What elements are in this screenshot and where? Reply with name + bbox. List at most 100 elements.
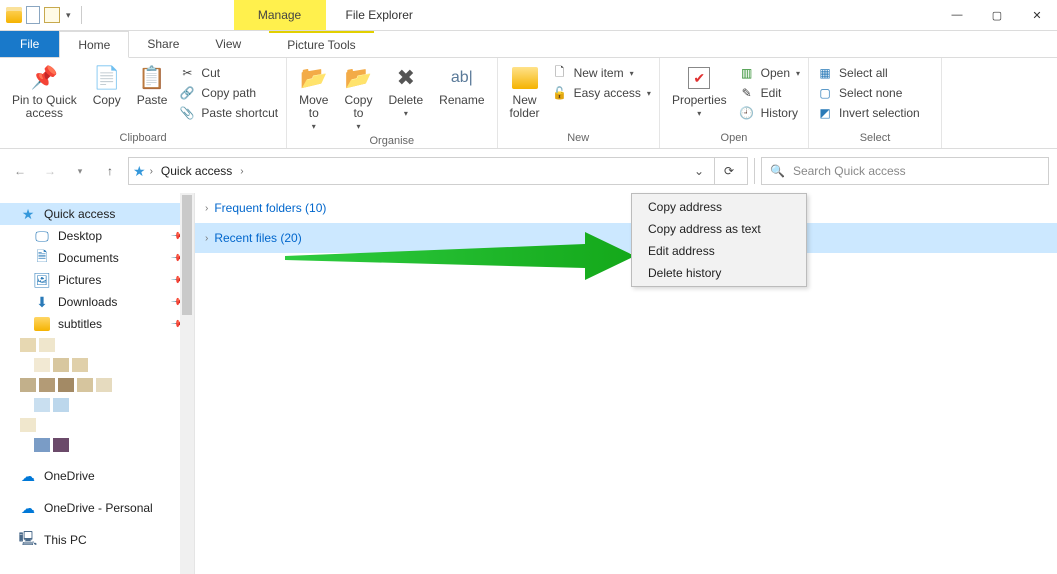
desktop-icon: 🖵 — [34, 228, 50, 244]
onedrive-icon: ☁ — [20, 500, 36, 516]
rename-button[interactable]: ab| Rename — [433, 60, 490, 111]
select-none-button[interactable]: ▢Select none — [815, 84, 922, 102]
breadcrumb-quick-access[interactable]: Quick access — [157, 164, 236, 178]
ctx-copy-address-as-text[interactable]: Copy address as text — [634, 218, 804, 240]
navpane-quick-access[interactable]: ★ Quick access — [0, 203, 194, 225]
navpane-downloads[interactable]: ⬇Downloads📌 — [0, 291, 194, 313]
recent-locations-caret[interactable]: ▾ — [68, 159, 92, 183]
new-item-button[interactable]: 🗋New item ▾ — [550, 64, 653, 82]
pin-icon: 📌 — [30, 64, 58, 92]
copy-icon: 📄 — [93, 64, 121, 92]
contextual-tab-manage[interactable]: Manage — [234, 0, 326, 30]
navpane-blurred-item[interactable] — [0, 335, 194, 355]
ctx-copy-address[interactable]: Copy address — [634, 196, 804, 218]
new-folder-button[interactable]: New folder — [504, 60, 546, 124]
copy-button[interactable]: 📄 Copy — [87, 60, 127, 111]
expand-chevron-icon: › — [205, 233, 208, 244]
tab-file[interactable]: File — [0, 31, 59, 57]
ctx-delete-history[interactable]: Delete history — [634, 262, 804, 284]
ribbon-tabs: File Home Share View Picture Tools — [0, 31, 1057, 58]
navpane-item-label: Desktop — [58, 229, 102, 243]
navpane-onedrive-personal[interactable]: ☁ OneDrive - Personal — [0, 497, 194, 519]
app-icon[interactable] — [6, 7, 22, 23]
copy-to-icon: 📂 — [344, 64, 372, 92]
copy-to-button[interactable]: 📂 Copy to ▾ — [338, 60, 378, 135]
tab-picture-tools[interactable]: Picture Tools — [269, 31, 373, 57]
navpane-onedrive[interactable]: ☁OneDrive — [0, 465, 194, 487]
tab-share[interactable]: Share — [129, 31, 197, 57]
copy-to-caret: ▾ — [356, 122, 360, 131]
navpane-subtitles[interactable]: subtitles📌 — [0, 313, 194, 335]
breadcrumb-chevron-root[interactable]: › — [150, 166, 153, 177]
forward-button[interactable]: → — [38, 159, 62, 183]
move-to-button[interactable]: 📂 Move to ▾ — [293, 60, 334, 135]
navpane-documents[interactable]: 🗎Documents📌 — [0, 247, 194, 269]
cut-button[interactable]: ✂Cut — [177, 64, 280, 82]
navpane-item-label: Documents — [58, 251, 119, 265]
paste-icon: 📋 — [138, 64, 166, 92]
group-frequent-label: Frequent folders (10) — [214, 201, 326, 215]
invert-selection-icon: ◩ — [817, 105, 833, 121]
open-icon: ▥ — [739, 65, 755, 81]
properties-button[interactable]: ✔ Properties ▾ — [666, 60, 733, 122]
paste-shortcut-button[interactable]: 📎Paste shortcut — [177, 104, 280, 122]
navpane-onedrive-personal-label: OneDrive - Personal — [44, 501, 153, 515]
select-all-icon: ▦ — [817, 65, 833, 81]
ctx-edit-address[interactable]: Edit address — [634, 240, 804, 262]
select-all-button[interactable]: ▦Select all — [815, 64, 922, 82]
group-recent-files[interactable]: › Recent files (20) — [195, 223, 1057, 253]
tab-view[interactable]: View — [197, 31, 259, 57]
qat-customize-caret[interactable]: ▾ — [64, 10, 73, 21]
ribbon-group-clipboard: 📌 Pin to Quick access 📄 Copy 📋 Paste ✂Cu… — [0, 58, 287, 148]
navpane-this-pc-label: This PC — [44, 533, 87, 547]
edit-button[interactable]: ✎Edit — [737, 84, 802, 102]
navpane-pictures[interactable]: 🖼Pictures📌 — [0, 269, 194, 291]
delete-button[interactable]: ✖ Delete ▾ — [382, 60, 429, 122]
group-frequent-folders[interactable]: › Frequent folders (10) — [195, 193, 1057, 223]
qat-new-folder-icon[interactable] — [44, 7, 60, 23]
titlebar-spacer — [413, 0, 937, 30]
navpane-scrollbar[interactable] — [180, 193, 194, 574]
address-dropdown-caret[interactable]: ⌄ — [694, 164, 710, 178]
minimize-button[interactable]: — — [937, 0, 977, 30]
open-button[interactable]: ▥Open ▾ — [737, 64, 802, 82]
move-to-icon: 📂 — [300, 64, 328, 92]
expand-chevron-icon: › — [205, 203, 208, 214]
group-label-select: Select — [815, 132, 935, 146]
maximize-button[interactable]: ▢ — [977, 0, 1017, 30]
history-icon: 🕘 — [739, 105, 755, 121]
refresh-button[interactable]: ⟳ — [714, 157, 743, 185]
qat-separator — [81, 6, 82, 24]
navpane-item-label: Downloads — [58, 295, 117, 309]
scrollbar-thumb[interactable] — [182, 195, 192, 315]
pin-to-quick-access-button[interactable]: 📌 Pin to Quick access — [6, 60, 83, 124]
group-recent-label: Recent files (20) — [214, 231, 301, 245]
nav-separator — [754, 158, 755, 184]
navpane-blurred-item[interactable] — [0, 415, 194, 435]
navpane-this-pc[interactable]: 🖳This PC — [0, 529, 194, 551]
tab-home[interactable]: Home — [59, 31, 129, 58]
invert-selection-button[interactable]: ◩Invert selection — [815, 104, 922, 122]
back-button[interactable]: ← — [8, 159, 32, 183]
qat-properties-icon[interactable] — [26, 6, 40, 24]
move-to-caret: ▾ — [312, 122, 316, 131]
select-none-icon: ▢ — [817, 85, 833, 101]
navpane-blurred-item[interactable] — [0, 355, 194, 375]
search-box[interactable]: 🔍 Search Quick access — [761, 157, 1049, 185]
properties-icon: ✔ — [685, 64, 713, 92]
breadcrumb-chevron[interactable]: › — [240, 166, 243, 177]
copy-path-button[interactable]: 🔗Copy path — [177, 84, 280, 102]
history-button[interactable]: 🕘History — [737, 104, 802, 122]
navpane-blurred-item[interactable] — [0, 435, 194, 455]
address-bar[interactable]: ★ › Quick access › ⌄ ⟳ — [128, 157, 748, 185]
navpane-blurred-item[interactable] — [0, 395, 194, 415]
close-button[interactable]: ✕ — [1017, 0, 1057, 30]
content-pane: › Frequent folders (10) › Recent files (… — [195, 193, 1057, 574]
navpane-blurred-item[interactable] — [0, 375, 194, 395]
group-label-new: New — [504, 132, 653, 146]
paste-button[interactable]: 📋 Paste — [131, 60, 174, 111]
up-button[interactable]: ↑ — [98, 159, 122, 183]
folder-icon — [34, 316, 50, 332]
navpane-desktop[interactable]: 🖵Desktop📌 — [0, 225, 194, 247]
easy-access-button[interactable]: 🔓Easy access ▾ — [550, 84, 653, 102]
